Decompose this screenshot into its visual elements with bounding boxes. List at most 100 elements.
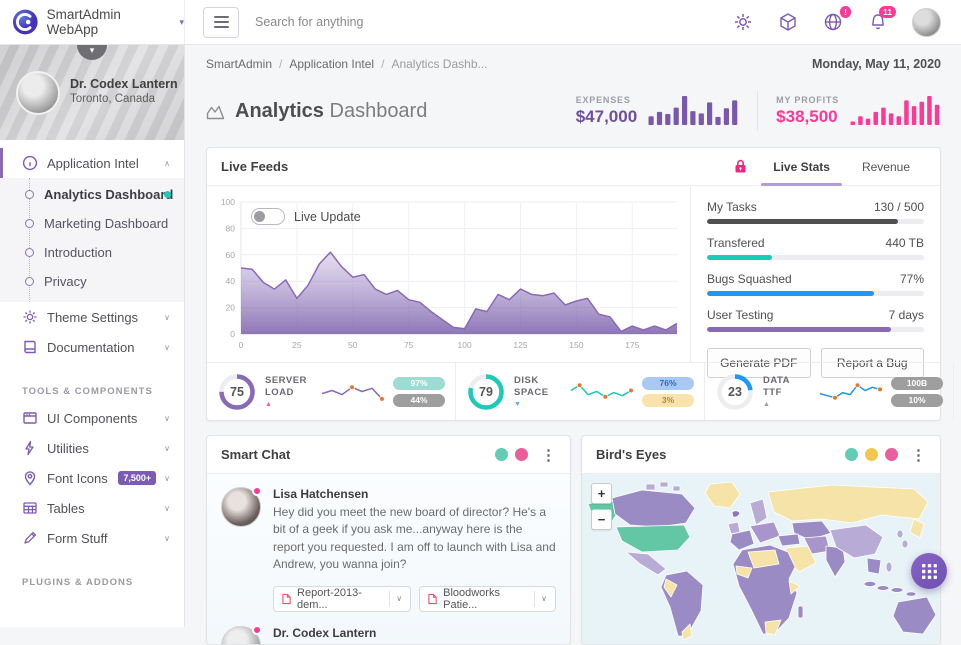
sidebar: ▾ Dr. Codex Lantern Toronto, Canada Appl… <box>0 45 185 627</box>
sidebar-item-font-icons[interactable]: Font Icons 7,500+ ∨ <box>0 463 184 493</box>
svg-text:150: 150 <box>569 340 583 350</box>
logo-icon <box>12 8 39 36</box>
sidebar-item-privacy[interactable]: Privacy <box>0 267 184 296</box>
tab-revenue[interactable]: Revenue <box>846 148 926 185</box>
chat-message: Dr. Codex Lantern Thanks for the file! Y… <box>221 626 556 644</box>
apps-cube-icon[interactable] <box>777 11 799 33</box>
status-dot-teal[interactable] <box>845 448 858 461</box>
status-dot-pink[interactable] <box>515 448 528 461</box>
profits-value: $38,500 <box>776 107 839 127</box>
settings-gear-icon[interactable] <box>732 11 754 33</box>
svg-text:50: 50 <box>348 340 358 350</box>
sidebar-nav: Application Intel ∧ Analytics Dashboard … <box>0 140 184 594</box>
chat-message: Lisa Hatchensen Hey did you meet the new… <box>221 487 556 574</box>
status-dot-yellow[interactable] <box>865 448 878 461</box>
live-stats-column: My Tasks130 / 500 Transfered440 TB Bugs … <box>690 186 940 362</box>
sidebar-item-utilities[interactable]: Utilities ∨ <box>0 433 184 463</box>
pdf-file-icon <box>282 593 291 605</box>
data-ttf-sparkline <box>817 378 883 406</box>
breadcrumb-application-intel[interactable]: Application Intel <box>289 57 374 71</box>
stat-my-tasks: My Tasks130 / 500 <box>707 200 924 224</box>
stat-bugs-squashed: Bugs Squashed77% <box>707 272 924 296</box>
section-heading-tools: TOOLS & COMPONENTS <box>0 376 184 403</box>
stat-transfered: Transfered440 TB <box>707 236 924 260</box>
bell-icon[interactable]: 11 <box>867 11 889 33</box>
kebab-menu-icon[interactable]: ⋮ <box>911 446 926 464</box>
sidebar-item-application-intel[interactable]: Application Intel ∧ <box>0 148 184 178</box>
live-feeds-tabs: Live Stats Revenue <box>734 148 926 185</box>
search-input[interactable] <box>255 15 555 29</box>
breadcrumb: SmartAdmin / Application Intel / Analyti… <box>206 57 488 71</box>
attachment-report[interactable]: Report-2013-dem... ∨ <box>273 586 411 612</box>
badge: 76% <box>642 377 694 390</box>
chevron-down-icon: ∨ <box>541 594 547 603</box>
app-launcher-button[interactable] <box>911 553 947 589</box>
tab-live-stats[interactable]: Live Stats <box>757 148 846 185</box>
svg-text:80: 80 <box>226 223 236 233</box>
sidebar-item-marketing-dashboard[interactable]: Marketing Dashboard <box>0 209 184 238</box>
sidebar-item-ui-components[interactable]: UI Components ∨ <box>0 403 184 433</box>
sidebar-item-tables[interactable]: Tables ∨ <box>0 493 184 523</box>
chevron-down-icon: ∨ <box>396 594 402 603</box>
badge: 10% <box>891 394 943 407</box>
live-update-toggle[interactable] <box>251 208 285 225</box>
hamburger-button[interactable] <box>203 7 239 38</box>
map-zoom-out-button[interactable]: − <box>591 509 612 530</box>
status-dot-teal[interactable] <box>495 448 508 461</box>
live-feeds-panel: Live Feeds Live Stats Revenue Live Updat… <box>206 147 941 421</box>
sidebar-item-introduction[interactable]: Introduction <box>0 238 184 267</box>
kpi-expenses: EXPENSES $47,000 <box>576 94 739 128</box>
trend-up-icon: ▲ <box>265 401 311 408</box>
brand-name: SmartAdmin WebApp <box>47 7 170 37</box>
svg-text:100: 100 <box>221 197 235 207</box>
chevron-down-icon: ▾ <box>179 17 184 28</box>
info-circle-icon <box>22 155 38 171</box>
chevron-down-icon: ∨ <box>164 313 170 322</box>
chevron-down-icon: ∨ <box>164 474 170 483</box>
avatar[interactable] <box>16 71 60 115</box>
book-icon <box>22 339 38 355</box>
map-zoom-in-button[interactable]: + <box>591 483 612 504</box>
svg-text:100: 100 <box>457 340 471 350</box>
badge: 3% <box>642 394 694 407</box>
section-heading-plugins: PLUGINS & ADDONS <box>0 567 184 594</box>
user-avatar[interactable] <box>912 8 941 37</box>
pdf-file-icon <box>428 593 437 605</box>
sidebar-item-analytics-dashboard[interactable]: Analytics Dashboard <box>0 180 184 209</box>
grid-icon <box>922 564 937 579</box>
breadcrumb-current: Analytics Dashb... <box>391 57 487 71</box>
topbar: SmartAdmin WebApp ▾ ! 11 <box>0 0 961 45</box>
badge: 97% <box>393 377 445 390</box>
sidebar-item-theme-settings[interactable]: Theme Settings ∨ <box>0 302 184 332</box>
active-page-dot <box>164 191 171 198</box>
sidebar-item-documentation[interactable]: Documentation ∨ <box>0 332 184 362</box>
breadcrumb-smartadmin[interactable]: SmartAdmin <box>206 57 272 71</box>
profile-card: ▾ Dr. Codex Lantern Toronto, Canada <box>0 45 184 140</box>
stat-user-testing: User Testing7 days <box>707 308 924 332</box>
status-dot-pink[interactable] <box>885 448 898 461</box>
svg-text:40: 40 <box>226 276 236 286</box>
profile-collapse-button[interactable]: ▾ <box>77 43 107 60</box>
application-intel-submenu: Analytics Dashboard Marketing Dashboard … <box>0 178 184 302</box>
window-icon <box>22 410 38 426</box>
sidebar-item-form-stuff[interactable]: Form Stuff ∨ <box>0 523 184 553</box>
trend-up-icon: ▲ <box>763 401 809 408</box>
kebab-menu-icon[interactable]: ⋮ <box>541 446 556 464</box>
table-icon <box>22 500 38 516</box>
attachment-bloodworks[interactable]: Bloodworks Patie... ∨ <box>419 586 556 612</box>
avatar <box>221 487 261 527</box>
kpi-profits: MY PROFITS $38,500 <box>776 94 941 128</box>
profits-label: MY PROFITS <box>776 95 839 105</box>
disk-space-sparkline <box>568 378 634 406</box>
badge: 100B <box>891 377 943 390</box>
avatar <box>221 626 261 644</box>
expenses-value: $47,000 <box>576 107 637 127</box>
brand[interactable]: SmartAdmin WebApp ▾ <box>0 0 185 44</box>
profile-name: Dr. Codex Lantern <box>70 77 178 91</box>
svg-text:0: 0 <box>230 329 235 339</box>
world-map-svg <box>582 474 940 644</box>
world-map[interactable]: + − <box>582 474 940 644</box>
svg-text:75: 75 <box>404 340 414 350</box>
sidebar-item-label: Application Intel <box>47 156 139 171</box>
globe-messages-icon[interactable]: ! <box>822 11 844 33</box>
